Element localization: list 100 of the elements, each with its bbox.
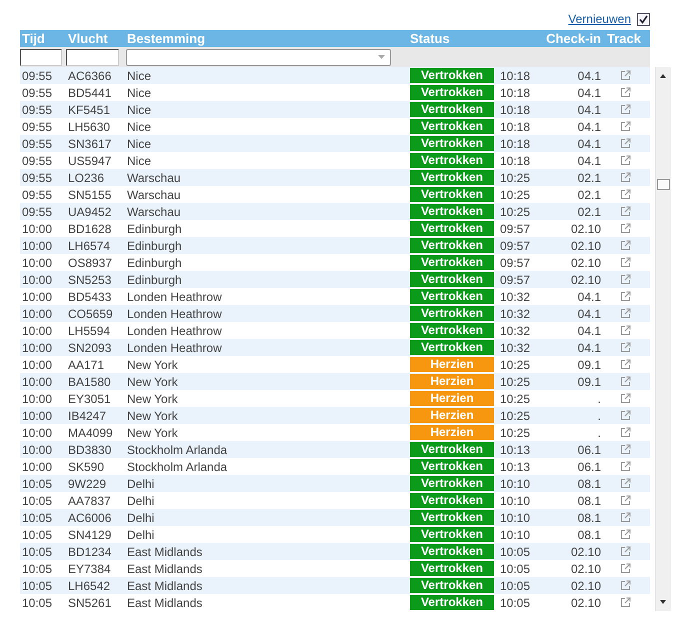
external-link-icon[interactable] [620,223,631,234]
external-link-icon[interactable] [620,104,631,115]
external-link-icon[interactable] [620,580,631,591]
external-link-icon[interactable] [620,172,631,183]
external-link-icon[interactable] [620,138,631,149]
time-filter-field[interactable] [20,48,62,66]
check-in-desk: 04.1 [576,68,602,82]
status-badge: Vertrokken [410,238,494,253]
check-in-desk: 02.10 [570,578,602,592]
external-link-icon[interactable] [620,478,631,489]
check-in-time: 10:18 [499,120,532,134]
departure-time: 10:00 [21,324,54,338]
status-badge: Vertrokken [410,323,494,338]
flight-number: LH5630 [67,120,112,134]
external-link-icon[interactable] [620,291,631,302]
departure-time: 10:05 [21,562,54,576]
destination-dropdown[interactable] [126,48,391,66]
external-link-icon[interactable] [620,257,631,268]
departure-time: 10:05 [21,476,54,490]
check-in-desk: 02.10 [570,256,602,270]
check-in-time: 10:18 [499,136,532,150]
destination: Warschau [126,188,182,202]
external-link-icon[interactable] [620,240,631,251]
external-link-icon[interactable] [620,70,631,81]
flight-number: SN3617 [67,136,112,150]
flight-number: LH5594 [67,324,112,338]
check-in-desk: 04.1 [576,120,602,134]
flight-filter-field[interactable] [66,48,119,66]
external-link-icon[interactable] [620,563,631,574]
external-link-icon[interactable] [620,512,631,523]
check-in-desk: 02.10 [570,544,602,558]
status-badge: Herzien [410,391,494,406]
check-in-time: 10:05 [499,578,532,592]
column-header: Bestemming [126,31,206,46]
external-link-icon[interactable] [620,393,631,404]
destination: Delhi [126,510,156,524]
flight-number: KF5451 [67,102,112,116]
external-link-icon[interactable] [620,274,631,285]
external-link-icon[interactable] [620,546,631,557]
check-in-time: 10:32 [499,306,532,320]
external-link-icon[interactable] [620,529,631,540]
external-link-icon[interactable] [620,121,631,132]
destination: East Midlands [126,562,204,576]
status-badge: Vertrokken [410,187,494,202]
departure-time: 10:00 [21,306,54,320]
external-link-icon[interactable] [620,461,631,472]
auto-refresh-checkbox[interactable] [637,12,650,26]
departure-time: 10:00 [21,442,54,456]
external-link-icon[interactable] [620,155,631,166]
flight-number: 9W229 [67,476,108,490]
departure-time: 10:05 [21,510,54,524]
departure-time: 10:00 [21,358,54,372]
caret-icon [378,55,385,59]
flight-number: IB4247 [67,408,108,422]
check-in-time: 10:25 [499,170,532,184]
check-in-time: 10:13 [499,460,532,474]
external-link-icon[interactable] [620,87,631,98]
check-in-desk: 04.1 [576,136,602,150]
check-in-desk: . [596,408,602,422]
check-in-time: 10:18 [499,86,532,100]
external-link-icon[interactable] [620,342,631,353]
check-in-time: 10:10 [499,510,532,524]
departure-time: 10:00 [21,392,54,406]
check-in-desk: 02.10 [570,562,602,576]
external-link-icon[interactable] [620,376,631,387]
external-link-icon[interactable] [620,325,631,336]
status-badge: Vertrokken [410,561,494,576]
scrollbar[interactable] [655,67,671,611]
refresh-link[interactable]: Vernieuwen [568,12,631,26]
external-link-icon[interactable] [620,597,631,608]
departure-time: 10:00 [21,222,54,236]
check-in-time: 09:57 [499,238,532,252]
status-badge: Herzien [410,374,494,389]
flight-number: OS8937 [67,256,114,270]
status-badge: Vertrokken [410,221,494,236]
check-in-desk: 04.1 [576,154,602,168]
external-link-icon[interactable] [620,427,631,438]
external-link-icon[interactable] [620,359,631,370]
destination: East Midlands [126,596,204,610]
external-link-icon[interactable] [620,308,631,319]
status-badge: Vertrokken [410,510,494,525]
destination: Londen Heathrow [126,306,223,320]
departure-time: 10:00 [21,238,54,252]
flight-number: LO236 [67,170,106,184]
status-badge: Herzien [410,357,494,372]
status-badge: Vertrokken [410,306,494,321]
status-badge: Vertrokken [410,459,494,474]
check-in-desk: 09.1 [576,358,602,372]
destination: Warschau [126,170,182,184]
destination: Nice [126,86,152,100]
external-link-icon[interactable] [620,206,631,217]
external-link-icon[interactable] [620,495,631,506]
check-in-desk: 09.1 [576,374,602,388]
external-link-icon[interactable] [620,444,631,455]
check-in-desk: . [596,392,602,406]
flight-number: AC6366 [67,68,112,82]
external-link-icon[interactable] [620,189,631,200]
flight-number: BD1628 [67,222,112,236]
external-link-icon[interactable] [620,410,631,421]
status-badge: Vertrokken [410,204,494,219]
